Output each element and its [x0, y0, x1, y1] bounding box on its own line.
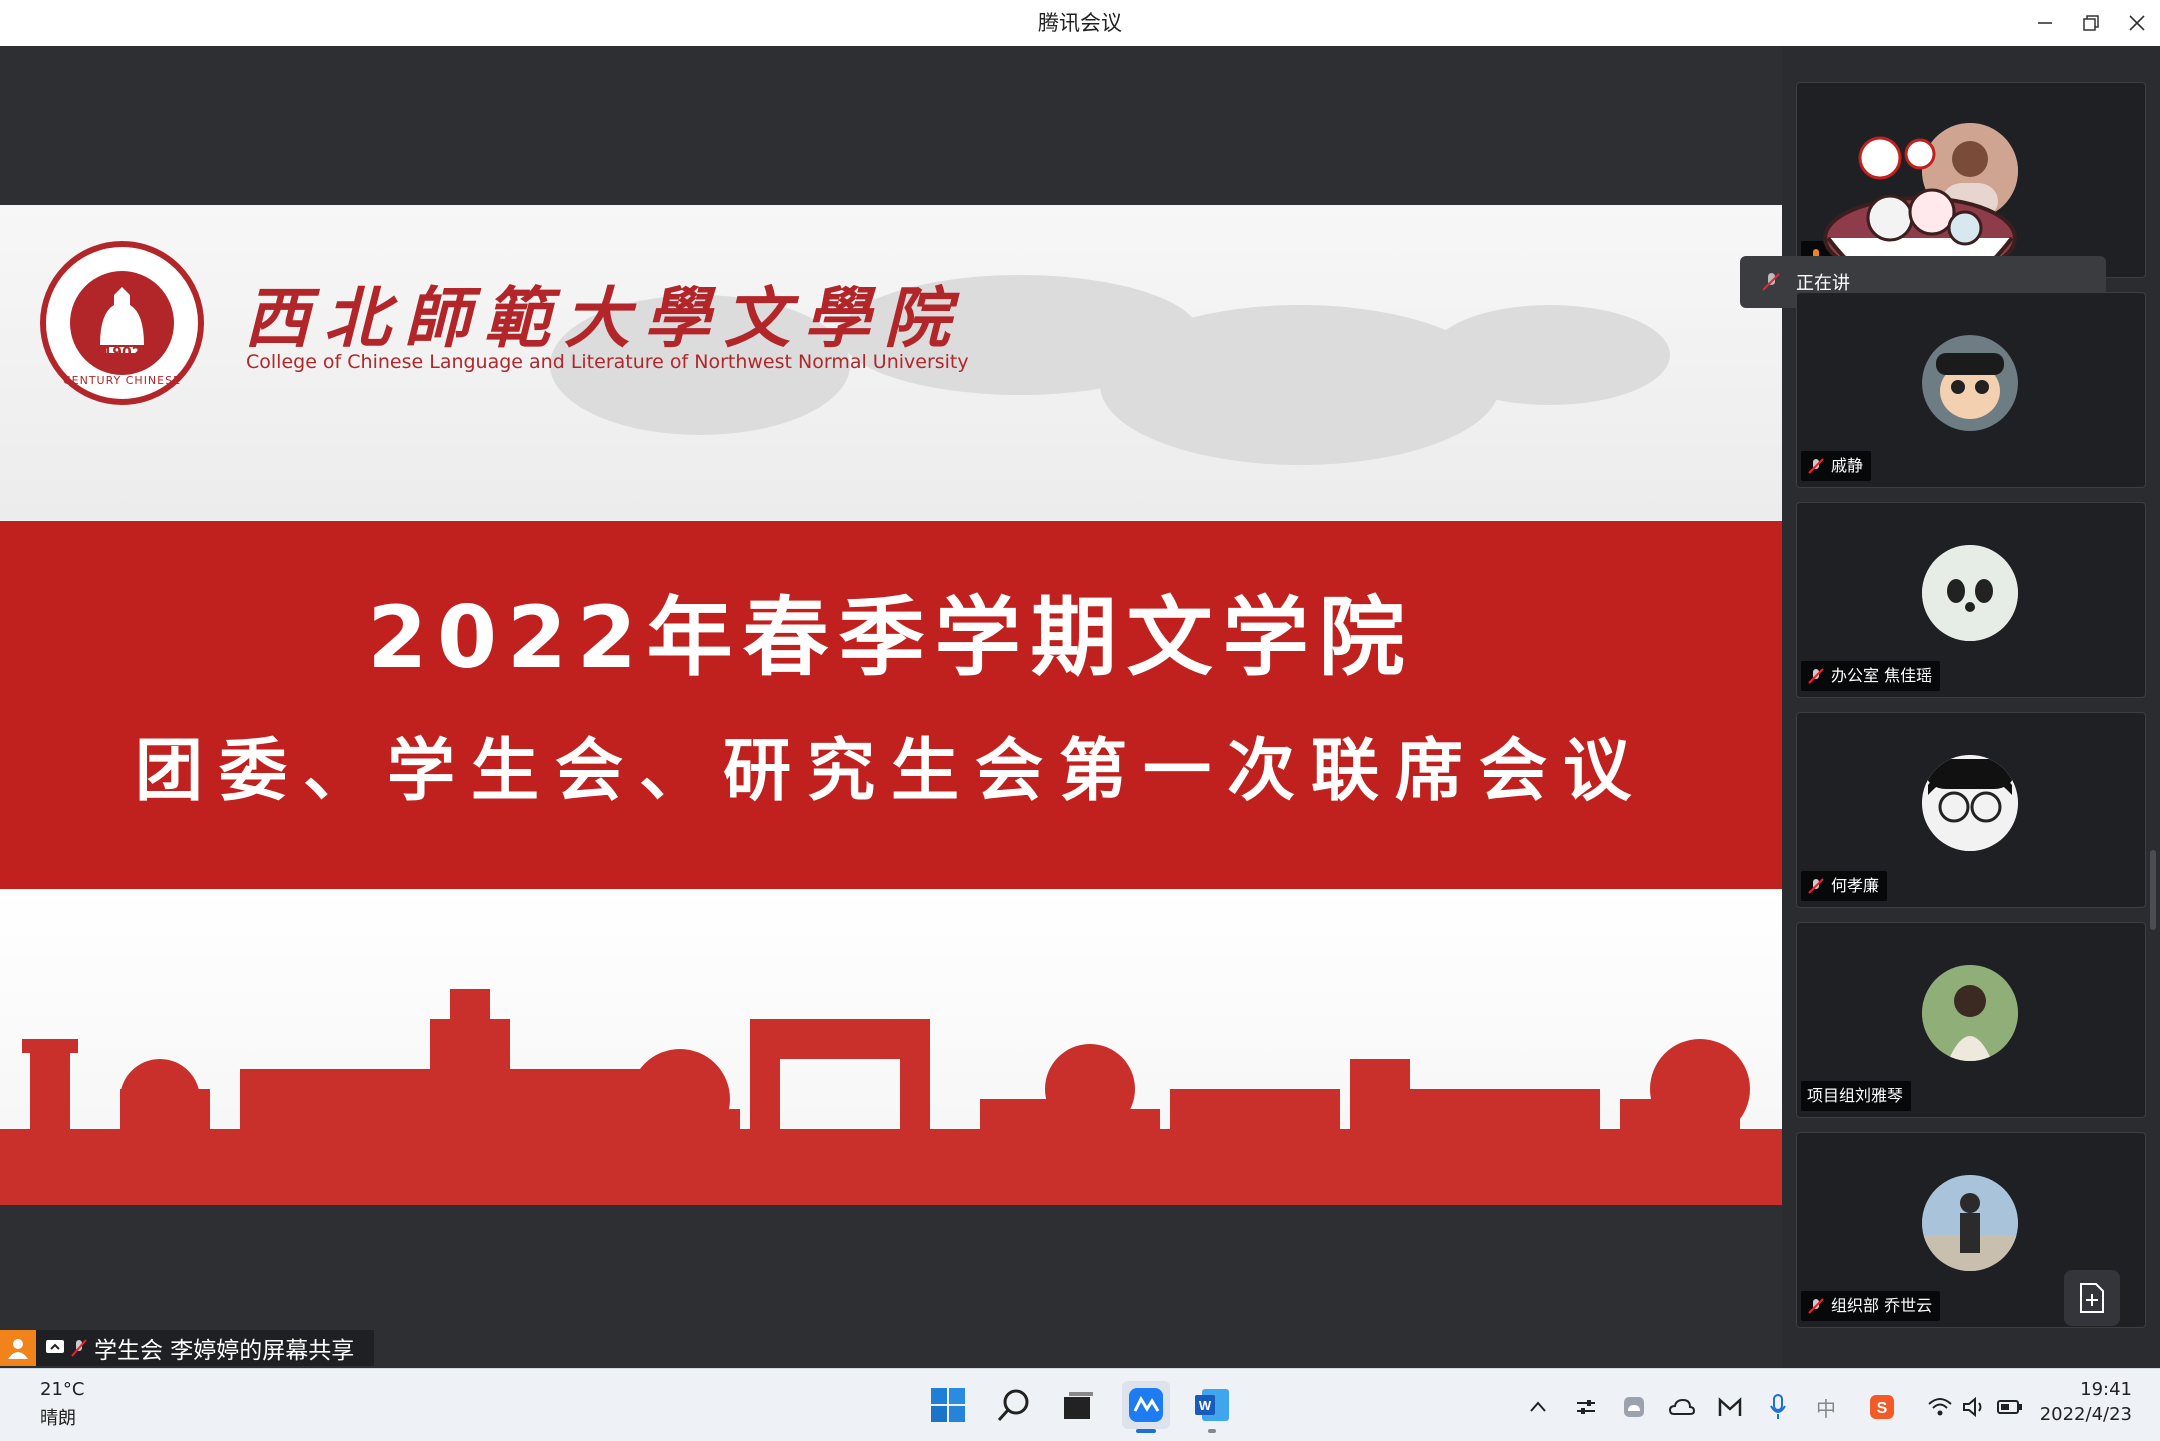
task-view-button[interactable]	[1054, 1381, 1102, 1429]
show-hidden-icons-button[interactable]	[1522, 1391, 1554, 1423]
svg-text:S: S	[1877, 1400, 1888, 1417]
clock-time: 19:41	[2080, 1379, 2132, 1400]
mic-muted-icon	[71, 1339, 87, 1357]
minimize-button[interactable]	[2022, 0, 2068, 46]
mail-icon	[1718, 1397, 1742, 1416]
participant-name: 何孝廉	[1831, 876, 1880, 895]
screen-share-icon	[46, 1340, 64, 1353]
slide-footer-area	[0, 889, 1782, 1205]
speaker-icon	[1963, 1396, 1982, 1418]
restore-button[interactable]	[2068, 0, 2114, 46]
task-view-icon	[1064, 1392, 1093, 1419]
wifi-icon[interactable]	[1924, 1391, 1956, 1423]
seal-year: 1902	[102, 345, 142, 361]
svg-text:W: W	[1199, 1398, 1212, 1413]
avatar-photo-icon	[1922, 1175, 2018, 1271]
campus-skyline-illustration	[0, 989, 1782, 1205]
user-icon	[0, 1330, 36, 1366]
taskbar-app-word[interactable]: W	[1188, 1381, 1236, 1433]
slide-header-area: 1902 CENTURY CHINESE 西北師範大學文學院 College o…	[0, 205, 1782, 520]
avatar	[1922, 335, 2018, 431]
mail-tray-icon[interactable]	[1714, 1391, 1746, 1423]
windows-logo-icon	[931, 1388, 965, 1422]
title-bar: 腾讯会议	[0, 0, 2160, 47]
start-button[interactable]	[924, 1381, 972, 1429]
cloud-icon	[1669, 1398, 1695, 1415]
close-button[interactable]	[2114, 0, 2160, 46]
sogou-ime-icon[interactable]: S	[1866, 1391, 1898, 1423]
weather-widget[interactable]: 21°C 晴朗	[24, 1379, 144, 1433]
tencent-meeting-icon	[1129, 1388, 1163, 1422]
clock-date: 2022/4/23	[2039, 1404, 2132, 1425]
avatar-glasses-icon	[1922, 755, 2018, 851]
window-title: 腾讯会议	[1038, 11, 1122, 35]
restore-icon	[2083, 15, 2099, 31]
mic-muted-icon	[1808, 668, 1824, 684]
share-file-button[interactable]	[2064, 1270, 2120, 1326]
participant-tile[interactable]: 戚静	[1796, 292, 2146, 488]
file-add-icon	[2080, 1283, 2104, 1313]
screen-share-indicator: 学生会 李婷婷的屏幕共享	[0, 1330, 374, 1366]
battery-status-icon	[1997, 1400, 2022, 1414]
screen-share-label: 学生会 李婷婷的屏幕共享	[94, 1338, 355, 1364]
clock[interactable]: 19:41 2022/4/23	[2030, 1379, 2150, 1433]
presentation-slide: 1902 CENTURY CHINESE 西北師範大學文學院 College o…	[0, 205, 1782, 1205]
participant-tile[interactable]: 何孝廉	[1796, 712, 2146, 908]
ime-indicator[interactable]: 中	[1810, 1391, 1842, 1423]
word-icon: W	[1195, 1389, 1229, 1421]
cloud-app-icon	[1624, 1397, 1644, 1417]
avatar	[1922, 755, 2018, 851]
participant-tile[interactable]: 办公室 焦佳瑶	[1796, 502, 2146, 698]
participant-name-bar: 何孝廉	[1801, 871, 1888, 901]
avatar-cartoon-icon	[1922, 335, 2018, 431]
mic-muted-icon	[1808, 1298, 1824, 1314]
avatar-panda-icon	[1922, 545, 2018, 641]
chevron-up-icon	[1530, 1401, 1546, 1412]
minimize-icon	[2038, 22, 2052, 24]
participant-name: 组织部 乔世云	[1831, 1296, 1933, 1315]
tray-app-icon[interactable]	[1618, 1391, 1650, 1423]
search-icon	[997, 1389, 1029, 1422]
participant-name: 戚静	[1831, 456, 1864, 475]
sogou-icon: S	[1870, 1395, 1894, 1419]
avatar	[1922, 1175, 2018, 1271]
participant-name-bar: 组织部 乔世云	[1801, 1291, 1941, 1321]
slide-title-line1: 2022年春季学期文学院	[367, 588, 1415, 688]
weather-desc: 晴朗	[40, 1408, 76, 1429]
college-name-chinese: 西北師範大學文學院	[244, 279, 964, 357]
mic-muted-icon	[1762, 273, 1780, 291]
microphone-tray-icon[interactable]	[1762, 1391, 1794, 1423]
sliders-icon	[1577, 1400, 1595, 1414]
avatar	[1922, 545, 2018, 641]
slide-title-line2: 团委、学生会、研究生会第一次联席会议	[134, 732, 1647, 811]
battery-icon[interactable]	[1994, 1391, 2026, 1423]
seal-ring-text: CENTURY CHINESE	[62, 374, 182, 387]
sidebar-scrollbar[interactable]	[2150, 850, 2156, 930]
microphone-icon	[1770, 1394, 1786, 1419]
tray-settings-icon[interactable]	[1570, 1391, 1602, 1423]
mic-muted-icon	[1808, 878, 1824, 894]
participant-name-bar: 戚静	[1801, 451, 1872, 481]
weather-temp: 21°C	[40, 1379, 85, 1400]
windows-taskbar: 21°C 晴朗 W 中 S 19:41 2022/4/23	[0, 1368, 2160, 1441]
university-seal-logo: 1902 CENTURY CHINESE	[40, 241, 204, 405]
participant-name-bar: 办公室 焦佳瑶	[1801, 661, 1941, 691]
close-icon	[2129, 15, 2145, 31]
volume-icon[interactable]	[1958, 1391, 1990, 1423]
avatar	[1922, 965, 2018, 1061]
college-name-english: College of Chinese Language and Literatu…	[246, 351, 969, 373]
avatar-photo-icon	[1922, 965, 2018, 1061]
wifi-signal-icon	[1928, 1398, 1952, 1416]
taskbar-app-tencent-meeting[interactable]	[1122, 1381, 1170, 1433]
participant-tile[interactable]: 项目组刘雅琴	[1796, 922, 2146, 1118]
participant-name: 项目组刘雅琴	[1807, 1086, 1904, 1105]
participant-name-bar: 项目组刘雅琴	[1801, 1081, 1912, 1111]
mic-muted-icon	[1808, 458, 1824, 474]
participant-name: 办公室 焦佳瑶	[1831, 666, 1933, 685]
onedrive-icon[interactable]	[1666, 1391, 1698, 1423]
search-button[interactable]	[990, 1381, 1038, 1429]
